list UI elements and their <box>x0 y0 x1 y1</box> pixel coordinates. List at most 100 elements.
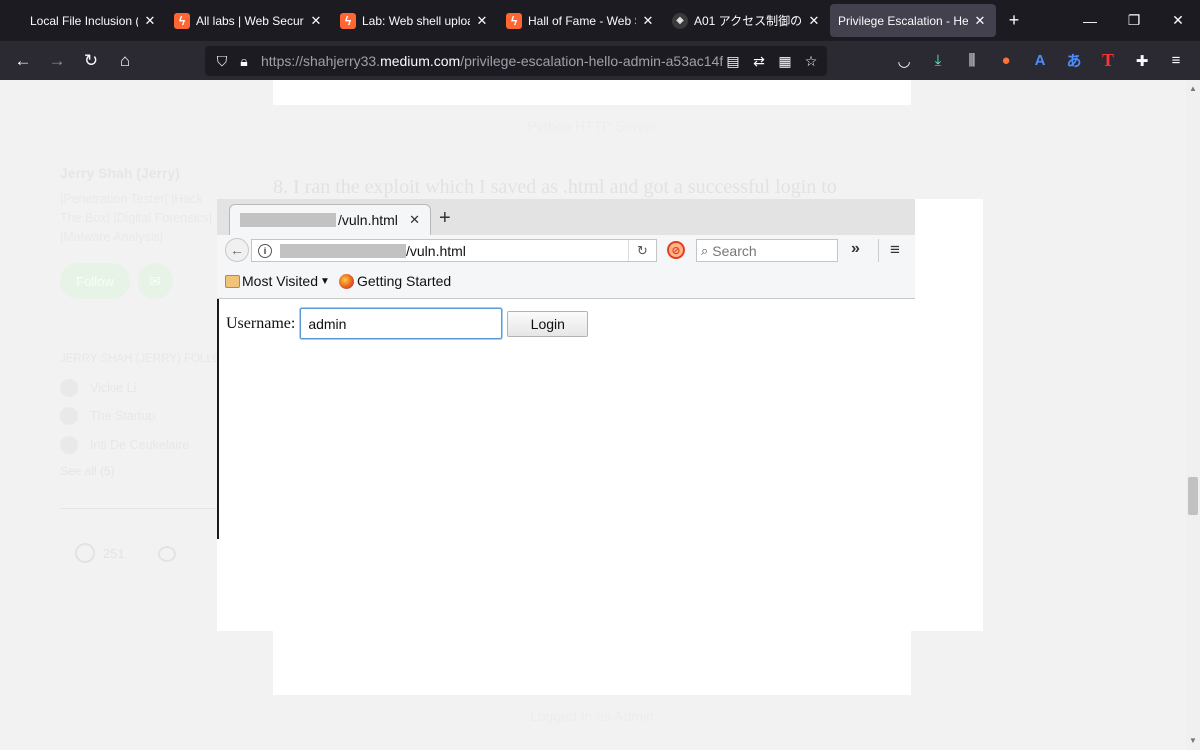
redacted-text <box>240 213 336 227</box>
bookmark-getting-started: Getting Started <box>339 273 451 289</box>
close-icon: ✕ <box>409 212 420 227</box>
minimize-icon[interactable]: — <box>1068 0 1112 41</box>
portswigger-icon: ϟ <box>174 12 190 29</box>
lock-icon[interactable]: 🔒︎ <box>233 53 255 70</box>
close-icon[interactable]: ✕ <box>972 13 988 29</box>
url-text[interactable]: https://shahjerry33.medium.com/privilege… <box>261 53 723 69</box>
inner-url-bar: i /vuln.html ↻ <box>251 239 657 262</box>
follow-button[interactable]: Follow <box>60 263 130 299</box>
url-domain: medium.com <box>380 53 461 69</box>
address-bar[interactable]: ⛉ 🔒︎ https://shahjerry33.medium.com/priv… <box>205 46 827 76</box>
list-item[interactable]: Inti De Ceukelaire <box>60 435 217 455</box>
search-placeholder: Search <box>712 242 757 259</box>
list-item[interactable]: Vickie Li <box>60 378 217 398</box>
close-icon[interactable]: ✕ <box>474 13 490 29</box>
scroll-up-icon[interactable]: ▲ <box>1186 82 1200 96</box>
browser-tab-web-shell[interactable]: ϟ Lab: Web shell upload ✕ <box>332 0 498 41</box>
window-controls: — ❐ ✕ <box>1068 0 1200 41</box>
avatar <box>60 379 78 397</box>
toolbar-extensions: ◡ ⤓ ⫼ ● A あ T ✚ ≡ <box>888 41 1192 80</box>
blocked-icon: ⊘ <box>667 241 685 259</box>
browser-tab-lfi[interactable]: Local File Inclusion (LFI) — ✕ <box>0 0 166 41</box>
close-icon[interactable]: ✕ <box>640 13 656 29</box>
reload-icon[interactable]: ↻ <box>74 46 108 76</box>
inner-tab-strip: /vuln.html ✕ + <box>217 199 915 235</box>
scrollbar[interactable]: ▲ ▼ <box>1186 80 1200 750</box>
browser-tab-all-labs[interactable]: ϟ All labs | Web Security ✕ <box>166 0 332 41</box>
zoomed-screenshot[interactable]: /vuln.html ✕ + ← i /vuln.html ↻ ⊘ ⌕ Sear… <box>217 199 983 631</box>
restore-icon[interactable]: ❐ <box>1112 0 1156 41</box>
clap-button[interactable]: 251 <box>75 543 125 563</box>
shield-icon[interactable]: ⛉ <box>211 53 233 70</box>
home-icon[interactable]: ⌂ <box>108 46 142 76</box>
author-bio: |Penetration Tester| |Hack The Box| |Dig… <box>60 192 213 244</box>
article-image-bottom <box>273 630 911 695</box>
divider <box>878 239 879 262</box>
menu-icon[interactable]: ≡ <box>1160 46 1192 76</box>
inner-tab-title: /vuln.html <box>338 212 398 228</box>
divider <box>60 508 217 509</box>
author-name[interactable]: Jerry Shah (Jerry) <box>60 165 180 181</box>
close-icon[interactable]: ✕ <box>142 13 158 29</box>
reader-view-icon[interactable]: ▤ <box>723 53 743 70</box>
reload-icon: ↻ <box>628 240 656 261</box>
pocket-icon[interactable]: ◡ <box>888 46 920 76</box>
t-extension-icon[interactable]: T <box>1092 46 1124 76</box>
clap-icon <box>75 543 95 563</box>
extensions-icon[interactable]: ✚ <box>1126 46 1158 76</box>
see-all-link[interactable]: See all (5) <box>60 464 115 478</box>
comment-icon[interactable] <box>158 546 176 562</box>
bookmark-label: Getting Started <box>357 273 452 289</box>
new-tab-button[interactable]: + <box>996 0 1032 41</box>
forward-icon[interactable]: → <box>40 46 74 76</box>
language-extension-icon[interactable]: あ <box>1058 46 1090 76</box>
info-icon: i <box>258 243 272 258</box>
follows-heading: JERRY SHAH (JERRY) FOLLOWS <box>60 353 217 365</box>
owasp-icon: ◆ <box>672 12 688 29</box>
image-caption: Logged In as Admin <box>530 708 654 724</box>
article-image-top <box>273 80 911 105</box>
avatar <box>60 407 78 425</box>
username-label: Username: <box>226 314 296 332</box>
follow-name: The Startup <box>90 409 156 423</box>
list-item[interactable]: The Startup <box>60 406 217 426</box>
folder-icon <box>225 274 240 288</box>
menu-icon: ≡ <box>890 240 900 259</box>
extension-fox-icon[interactable]: ● <box>990 46 1022 76</box>
tab-title: Privilege Escalation - Hello <box>838 13 968 28</box>
close-window-icon[interactable]: ✕ <box>1156 0 1200 41</box>
inner-navigation-bar: ← i /vuln.html ↻ ⊘ ⌕ Search » ≡ <box>217 235 915 265</box>
inner-tab: /vuln.html ✕ <box>229 204 431 235</box>
translate-extension-icon[interactable]: A <box>1024 46 1056 76</box>
bookmark-most-visited: Most Visited ▼ <box>225 273 330 289</box>
back-icon[interactable]: ← <box>6 46 40 76</box>
scroll-down-icon[interactable]: ▼ <box>1186 734 1200 748</box>
subscribe-mail-icon[interactable]: ✉ <box>137 263 173 299</box>
browser-tab-strip: Local File Inclusion (LFI) — ✕ ϟ All lab… <box>0 0 1200 41</box>
browser-tab-owasp[interactable]: ◆ A01 アクセス制御の不備 ✕ <box>664 0 830 41</box>
download-icon[interactable]: ⤓ <box>922 46 954 76</box>
portswigger-icon: ϟ <box>340 12 356 29</box>
translate-icon[interactable]: ⇄ <box>749 53 769 70</box>
scrollbar-thumb[interactable] <box>1188 477 1198 515</box>
browser-tab-privilege-escalation[interactable]: Privilege Escalation - Hello ✕ <box>830 4 996 37</box>
close-icon[interactable]: ✕ <box>806 13 822 29</box>
library-icon[interactable]: ⫼ <box>956 46 988 76</box>
chevron-down-icon: ▼ <box>320 275 330 287</box>
avatar <box>60 436 78 454</box>
plus-icon: + <box>439 207 451 229</box>
bookmarks-bar: Most Visited ▼ Getting Started <box>217 265 915 299</box>
tab-title: Hall of Fame - Web Se <box>528 13 636 28</box>
portswigger-icon: ϟ <box>506 12 522 29</box>
url-path: /privilege-escalation-hello-admin-a53ac1… <box>460 53 723 69</box>
url-prefix: https://shahjerry33. <box>261 53 381 69</box>
document-icon <box>8 13 24 29</box>
login-button: Login <box>507 310 589 337</box>
tab-title: Local File Inclusion (LFI) — <box>30 13 138 28</box>
bookmark-star-icon[interactable]: ☆ <box>801 53 821 70</box>
qr-code-icon[interactable]: ▦ <box>775 53 795 70</box>
follow-name: Inti De Ceukelaire <box>90 438 190 452</box>
browser-tab-hall-of-fame[interactable]: ϟ Hall of Fame - Web Se ✕ <box>498 0 664 41</box>
close-icon[interactable]: ✕ <box>308 13 324 29</box>
login-form: Username: Login <box>226 308 589 339</box>
